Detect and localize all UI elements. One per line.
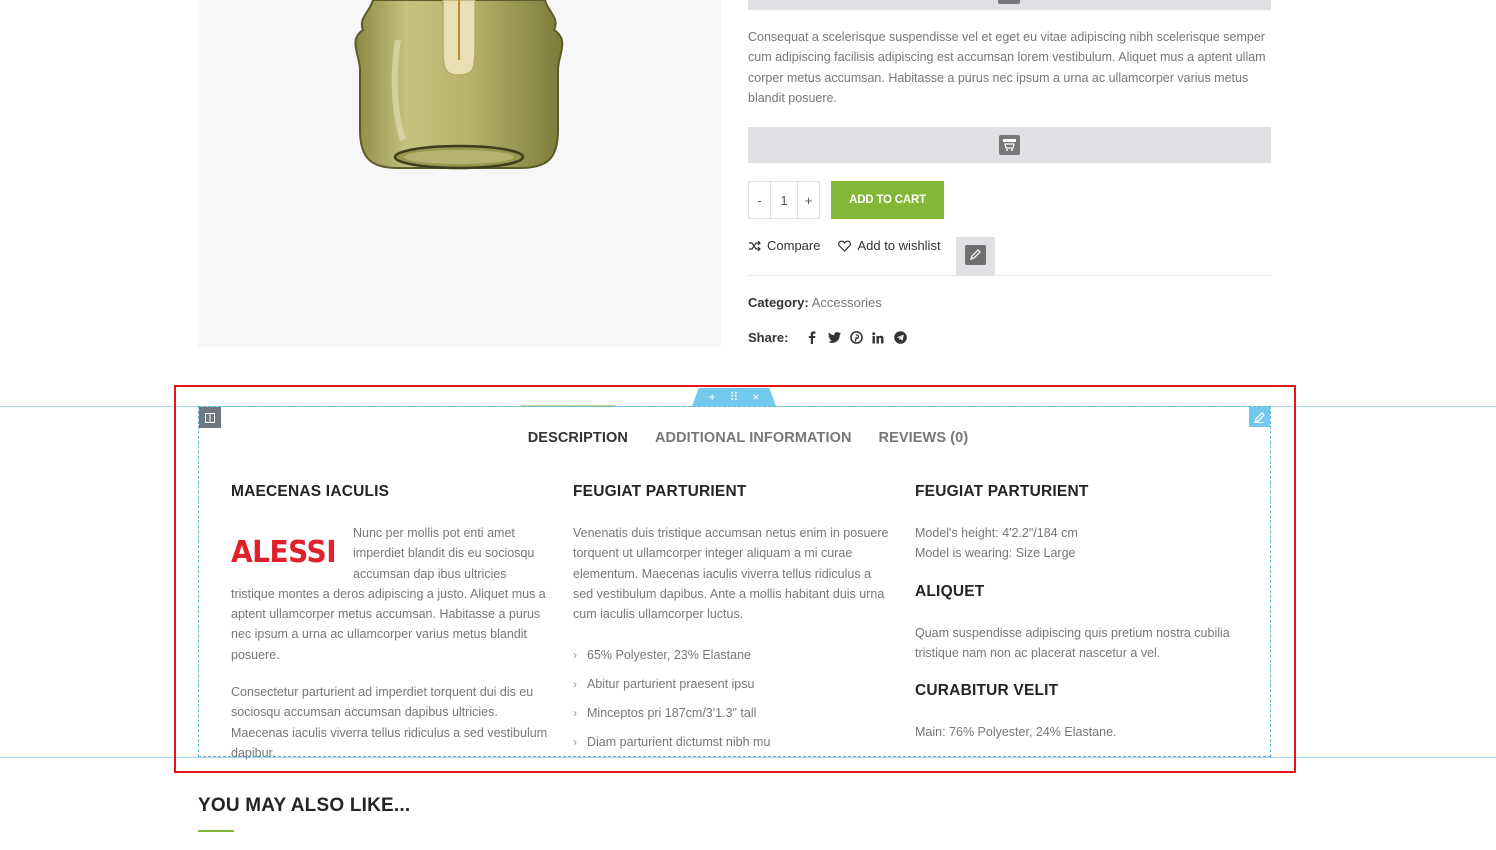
category-label: Category: [748, 295, 809, 310]
column-2-heading: FEUGIAT PARTURIENT [573, 483, 747, 500]
category-link[interactable]: Accessories [812, 295, 882, 310]
product-share: Share: [748, 330, 911, 345]
column-3-paragraph-2: Quam suspendisse adipiscing quis pretium… [915, 625, 1230, 660]
description-column-1: MAECENAS IACULIS ALESSI Nunc per mollis … [231, 483, 551, 763]
quantity-stepper: - 1 + [748, 181, 820, 219]
linkedin-icon[interactable] [867, 331, 889, 344]
column-3-paragraph-3: Main: 76% Polyester, 24% Elastane. [915, 725, 1117, 740]
add-to-cart-button[interactable]: ADD TO CART [831, 181, 944, 219]
list-item: › Minceptos pri 187cm/3'1.3" tall [573, 705, 757, 720]
pinterest-icon[interactable] [845, 331, 867, 344]
description-column-3: FEUGIAT PARTURIENT Model's height: 4'2.2… [915, 483, 1235, 742]
cart-placeholder-bar [748, 127, 1271, 163]
add-section-icon[interactable]: + [709, 390, 716, 404]
column-3-heading-3: CURABITUR VELIT [915, 682, 1059, 700]
twitter-icon[interactable] [823, 332, 845, 343]
column-3-heading-1: FEUGIAT PARTURIENT [915, 483, 1089, 500]
related-title-underline [198, 830, 234, 832]
cart-icon [999, 135, 1020, 155]
actions-divider [748, 275, 1271, 276]
compare-button[interactable]: Compare [748, 238, 820, 253]
edit-widget-icon[interactable] [1249, 407, 1270, 427]
tab-reviews[interactable]: REVIEWS (0) [879, 430, 969, 446]
column-1-heading: MAECENAS IACULIS [231, 483, 390, 500]
facebook-icon[interactable] [801, 331, 823, 344]
chevron-right-icon: › [573, 705, 577, 720]
product-actions: Compare Add to wishlist [748, 238, 959, 253]
pendant-lamp-illustration [354, 0, 564, 170]
column-2-paragraph: Venenatis duis tristique accumsan netus … [573, 526, 889, 622]
chevron-right-icon: › [573, 734, 577, 749]
qty-minus-button[interactable]: - [749, 182, 770, 218]
model-height: Model's height: 4'2.2"/184 cm [915, 526, 1078, 540]
compare-label: Compare [767, 238, 821, 253]
section-handle[interactable]: + ⠿ × [692, 388, 776, 406]
qty-plus-button[interactable]: + [798, 182, 819, 218]
alessi-logo: ALESSI [231, 533, 337, 569]
pencil-icon [965, 245, 986, 265]
list-item: › 65% Polyester, 23% Elastane [573, 647, 751, 662]
column-1-paragraph-2: Consectetur parturient ad imperdiet torq… [231, 685, 548, 760]
product-short-description: Consequat a scelerisque suspendisse vel … [748, 30, 1266, 105]
model-size: Model is wearing: Size Large [915, 546, 1076, 561]
telegram-icon[interactable] [889, 331, 911, 344]
chevron-right-icon: › [573, 676, 577, 691]
feature-list: › 65% Polyester, 23% Elastane › Abitur par… [573, 640, 893, 756]
related-products-title: YOU MAY ALSO LIKE... [198, 795, 411, 816]
wishlist-button[interactable]: Add to wishlist [838, 238, 941, 253]
chevron-right-icon: › [573, 647, 577, 662]
wishlist-label: Add to wishlist [857, 238, 941, 253]
move-section-icon[interactable]: ⠿ [730, 390, 739, 404]
list-item: › Abitur parturient praesent ipsu [573, 676, 755, 691]
shuffle-icon [749, 240, 761, 251]
placeholder-bar-top [748, 0, 1271, 10]
description-column-2: FEUGIAT PARTURIENT Venenatis duis tristi… [573, 483, 893, 756]
column-3-heading-2: ALIQUET [915, 582, 985, 600]
product-tabs: DESCRIPTION ADDITIONAL INFORMATION REVIE… [0, 430, 1496, 446]
product-category: Category: Accessories [748, 295, 882, 310]
list-item: › Diam parturient dictumst nibh mu [573, 734, 771, 749]
column-layout-icon[interactable] [199, 407, 221, 428]
heart-icon [838, 240, 852, 252]
product-image[interactable] [198, 0, 721, 347]
quantity-input[interactable]: 1 [770, 182, 798, 218]
share-label: Share: [748, 330, 789, 345]
tab-description[interactable]: DESCRIPTION [528, 430, 628, 446]
close-section-icon[interactable]: × [752, 390, 759, 404]
element-edit-placeholder[interactable] [956, 237, 995, 275]
tab-additional-information[interactable]: ADDITIONAL INFORMATION [655, 430, 852, 446]
